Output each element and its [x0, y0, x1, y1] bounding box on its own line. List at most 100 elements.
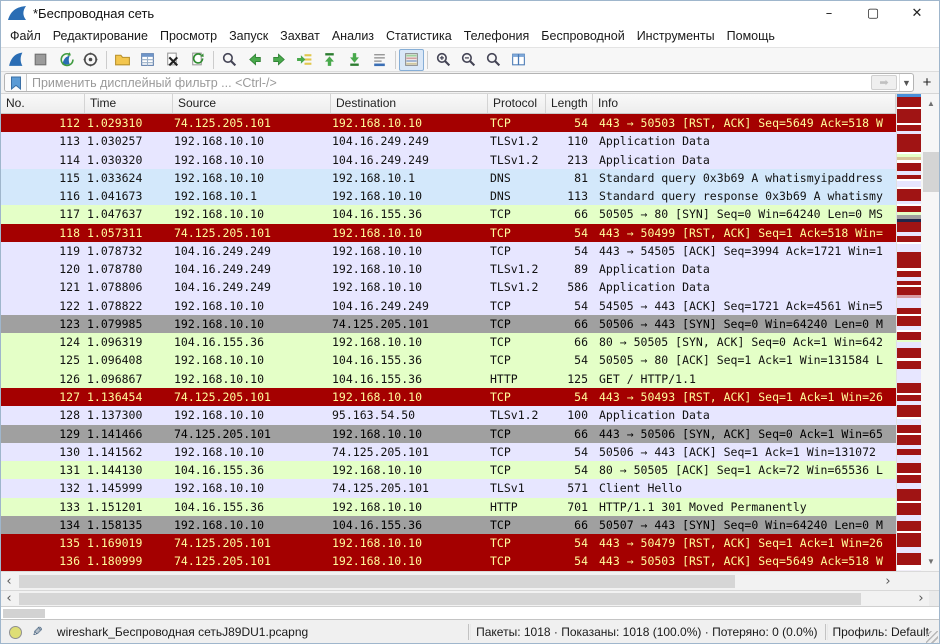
- filter-bookmark-button[interactable]: [5, 74, 27, 91]
- intelligent-scrollbar-minimap[interactable]: [896, 94, 921, 571]
- scroll-right-arrow-icon[interactable]: ›: [880, 572, 896, 590]
- menu-item-3[interactable]: Запуск: [223, 25, 274, 47]
- close-file-button[interactable]: [160, 49, 185, 71]
- add-filter-button[interactable]: +: [918, 73, 936, 92]
- packet-row-118[interactable]: 1181.05731174.125.205.101192.168.10.10TC…: [1, 224, 896, 242]
- pane-scroll-thumb[interactable]: [3, 609, 45, 618]
- minimap-stripe: [897, 435, 921, 445]
- resize-grip[interactable]: [926, 631, 938, 643]
- packet-row-124[interactable]: 1241.096319104.16.155.36192.168.10.10TCP…: [1, 333, 896, 351]
- stop-capture-icon: [32, 51, 49, 68]
- hscroll-thumb[interactable]: [19, 593, 861, 605]
- scroll-left-arrow-icon[interactable]: ‹: [1, 591, 17, 606]
- cell-length: 54: [546, 224, 593, 242]
- packet-row-116[interactable]: 1161.041673192.168.10.1192.168.10.10DNS1…: [1, 187, 896, 205]
- zoom-out-button[interactable]: [456, 49, 481, 71]
- packet-row-135[interactable]: 1351.16901974.125.205.101192.168.10.10TC…: [1, 534, 896, 552]
- packet-row-125[interactable]: 1251.096408192.168.10.10104.16.155.36TCP…: [1, 351, 896, 369]
- cell-protocol: TCP: [488, 333, 546, 351]
- cell-length: 100: [546, 406, 593, 424]
- column-header-source[interactable]: Source: [173, 94, 331, 113]
- packet-row-121[interactable]: 1211.078806104.16.249.249192.168.10.10TL…: [1, 278, 896, 296]
- menu-item-8[interactable]: Беспроводной: [535, 25, 630, 47]
- column-header-info[interactable]: Info: [593, 94, 896, 113]
- cell-info: GET / HTTP/1.1: [593, 370, 896, 388]
- packet-row-126[interactable]: 1261.096867192.168.10.10104.16.155.36HTT…: [1, 370, 896, 388]
- vertical-scrollbar[interactable]: ▲ ▼: [921, 94, 940, 571]
- packet-row-132[interactable]: 1321.145999192.168.10.1074.125.205.101TL…: [1, 479, 896, 497]
- zoom-in-button[interactable]: [431, 49, 456, 71]
- packet-row-133[interactable]: 1331.151201104.16.155.36192.168.10.10HTT…: [1, 498, 896, 516]
- packet-row-129[interactable]: 1291.14146674.125.205.101192.168.10.10TC…: [1, 425, 896, 443]
- minimize-button[interactable]: –: [807, 1, 851, 25]
- packet-row-115[interactable]: 1151.033624192.168.10.10192.168.10.1DNS8…: [1, 169, 896, 187]
- scroll-down-arrow-icon[interactable]: ▼: [921, 554, 940, 569]
- go-last-button[interactable]: [342, 49, 367, 71]
- packet-row-131[interactable]: 1311.144130104.16.155.36192.168.10.10TCP…: [1, 461, 896, 479]
- menu-item-6[interactable]: Статистика: [380, 25, 458, 47]
- cell-no: 132: [1, 479, 85, 497]
- column-header-length[interactable]: Length: [546, 94, 593, 113]
- packet-row-114[interactable]: 1141.030320192.168.10.10104.16.249.249TL…: [1, 151, 896, 169]
- hscroll-thumb[interactable]: [19, 575, 735, 588]
- go-to-packet-button[interactable]: [292, 49, 317, 71]
- packet-row-123[interactable]: 1231.079985192.168.10.1074.125.205.101TC…: [1, 315, 896, 333]
- vertical-scroll-thumb[interactable]: [923, 152, 939, 192]
- packet-row-136[interactable]: 1361.18099974.125.205.101192.168.10.10TC…: [1, 552, 896, 570]
- scroll-left-arrow-icon[interactable]: ‹: [1, 572, 17, 590]
- packet-list-hscrollbar[interactable]: ‹ ›: [1, 571, 896, 590]
- capture-comment-icon[interactable]: ✎: [32, 624, 43, 640]
- auto-scroll-button[interactable]: [367, 49, 392, 71]
- column-header-protocol[interactable]: Protocol: [488, 94, 546, 113]
- wireshark-window: *Беспроводная сеть – ▢ ✕ ФайлРедактирова…: [0, 0, 940, 644]
- packet-row-112[interactable]: 1121.02931074.125.205.101192.168.10.10TC…: [1, 114, 896, 132]
- reload-file-button[interactable]: [185, 49, 210, 71]
- cell-length: 81: [546, 169, 593, 187]
- packet-row-134[interactable]: 1341.158135192.168.10.10104.16.155.36TCP…: [1, 516, 896, 534]
- filter-dropdown-caret[interactable]: ▼: [899, 74, 913, 91]
- packet-row-113[interactable]: 1131.030257192.168.10.10104.16.249.249TL…: [1, 132, 896, 150]
- apply-filter-button[interactable]: ➡: [871, 75, 897, 90]
- packet-row-122[interactable]: 1221.078822192.168.10.10104.16.249.249TC…: [1, 297, 896, 315]
- menu-item-0[interactable]: Файл: [4, 25, 47, 47]
- go-back-button[interactable]: [242, 49, 267, 71]
- capture-options-button[interactable]: [78, 49, 103, 71]
- scroll-right-arrow-icon[interactable]: ›: [913, 591, 929, 606]
- find-packet-button[interactable]: [217, 49, 242, 71]
- zoom-reset-button[interactable]: [481, 49, 506, 71]
- expert-info-button[interactable]: [9, 626, 22, 639]
- menu-item-5[interactable]: Анализ: [326, 25, 380, 47]
- menu-item-9[interactable]: Инструменты: [631, 25, 721, 47]
- menu-item-4[interactable]: Захват: [274, 25, 326, 47]
- menu-item-7[interactable]: Телефония: [458, 25, 536, 47]
- start-capture-button[interactable]: [3, 49, 28, 71]
- open-file-button[interactable]: [110, 49, 135, 71]
- stop-capture-button[interactable]: [28, 49, 53, 71]
- go-first-button[interactable]: [317, 49, 342, 71]
- packet-row-130[interactable]: 1301.141562192.168.10.1074.125.205.101TC…: [1, 443, 896, 461]
- packet-row-128[interactable]: 1281.137300192.168.10.1095.163.54.50TLSv…: [1, 406, 896, 424]
- colorize-button[interactable]: [399, 49, 424, 71]
- close-button[interactable]: ✕: [895, 1, 939, 25]
- maximize-button[interactable]: ▢: [851, 1, 895, 25]
- restart-capture-button[interactable]: [53, 49, 78, 71]
- column-header-destination[interactable]: Destination: [331, 94, 488, 113]
- resize-columns-button[interactable]: [506, 49, 531, 71]
- menu-item-2[interactable]: Просмотр: [154, 25, 223, 47]
- display-filter-input[interactable]: [27, 74, 871, 91]
- column-header-time[interactable]: Time: [85, 94, 173, 113]
- scroll-up-arrow-icon[interactable]: ▲: [921, 96, 940, 111]
- profile-label[interactable]: Профиль: Default: [833, 625, 930, 639]
- secondary-hscrollbar[interactable]: ‹ ›: [1, 590, 929, 606]
- cell-source: 104.16.155.36: [173, 461, 331, 479]
- column-header-no[interactable]: No.: [1, 94, 85, 113]
- menu-item-1[interactable]: Редактирование: [47, 25, 154, 47]
- save-file-button[interactable]: [135, 49, 160, 71]
- menu-item-10[interactable]: Помощь: [721, 25, 781, 47]
- packet-row-127[interactable]: 1271.13645474.125.205.101192.168.10.10TC…: [1, 388, 896, 406]
- packet-row-117[interactable]: 1171.047637192.168.10.10104.16.155.36TCP…: [1, 205, 896, 223]
- packet-row-120[interactable]: 1201.078780104.16.249.249192.168.10.10TL…: [1, 260, 896, 278]
- cell-source: 192.168.10.10: [173, 516, 331, 534]
- go-forward-button[interactable]: [267, 49, 292, 71]
- packet-row-119[interactable]: 1191.078732104.16.249.249192.168.10.10TC…: [1, 242, 896, 260]
